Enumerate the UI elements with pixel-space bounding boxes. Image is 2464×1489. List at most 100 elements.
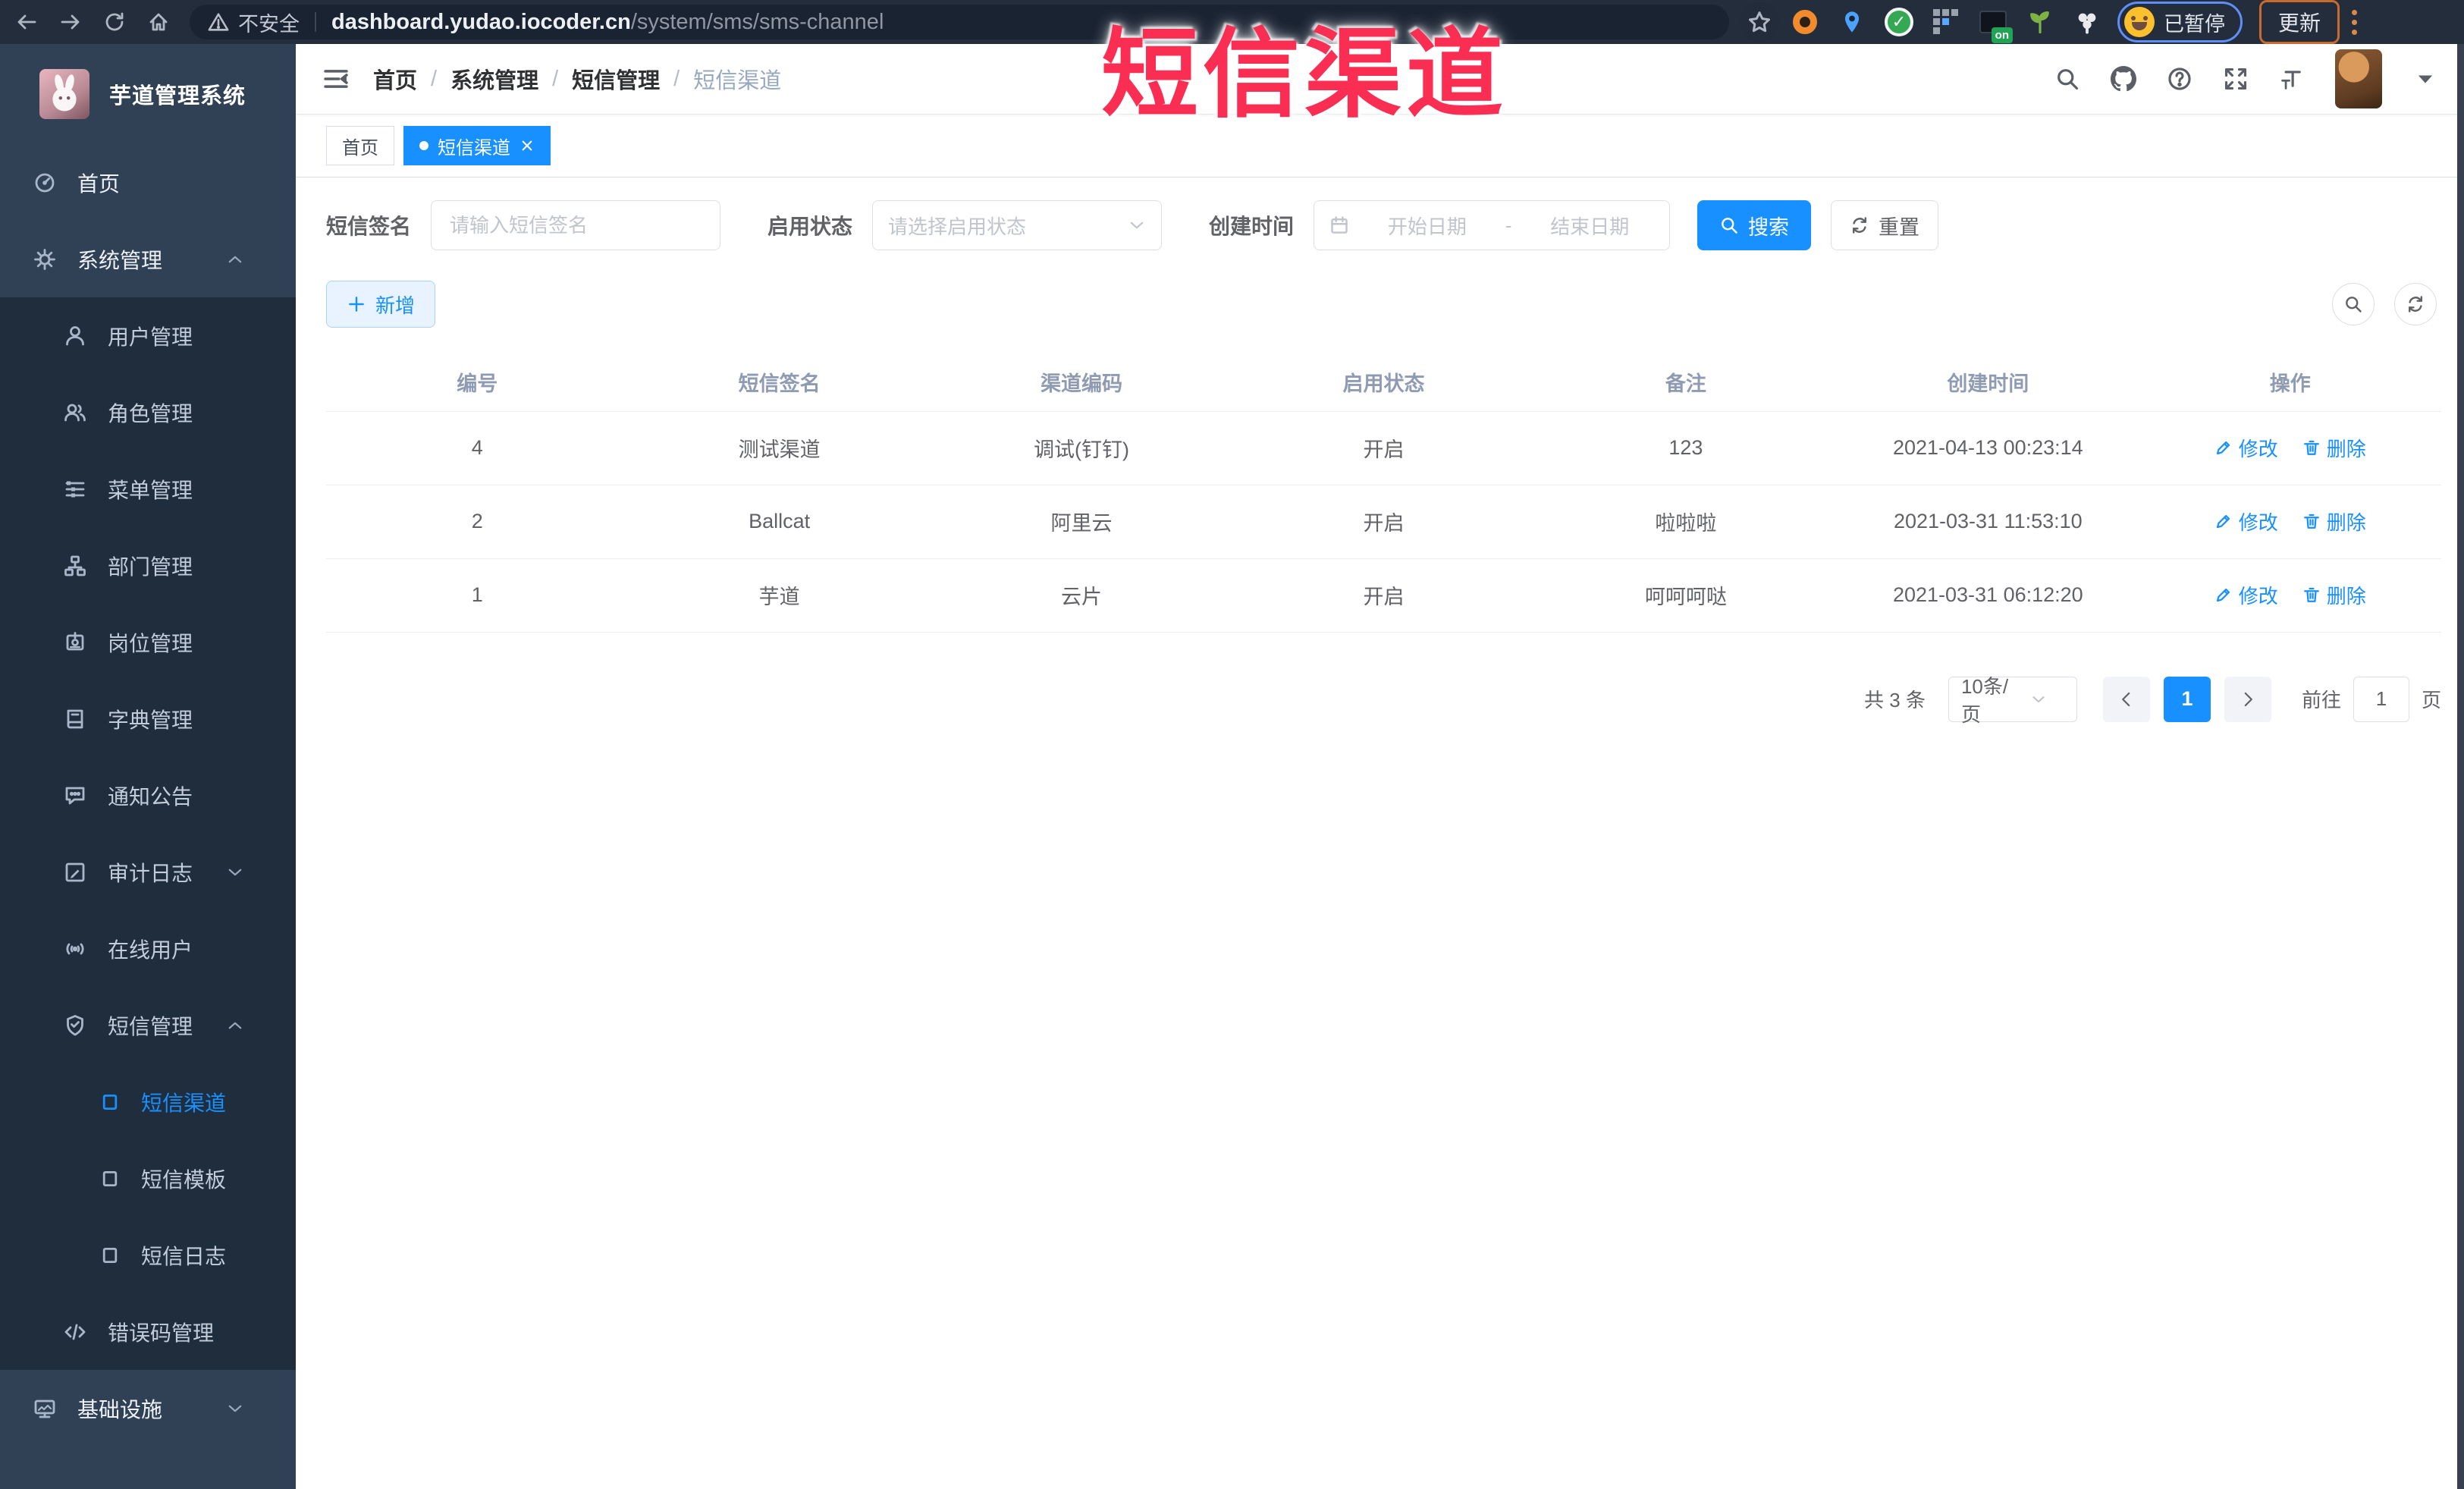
chevron-down-icon — [1128, 216, 1146, 234]
edit-link[interactable]: 修改 — [2214, 507, 2278, 536]
extension-sprout-icon[interactable] — [2025, 7, 2055, 37]
square-icon — [100, 1169, 120, 1189]
cell-remark: 呵呵呵哒 — [1534, 558, 1838, 633]
message-icon — [64, 784, 86, 807]
sidebar-item-4[interactable]: 菜单管理 — [0, 451, 296, 527]
goto-page-input[interactable] — [2353, 676, 2409, 722]
online-icon — [64, 938, 86, 960]
browser-home-icon[interactable] — [141, 5, 176, 39]
prev-page-button[interactable] — [2102, 676, 2150, 722]
next-page-button[interactable] — [2224, 676, 2271, 722]
cell-actions: 修改 删除 — [2139, 485, 2441, 559]
delete-link[interactable]: 删除 — [2302, 507, 2366, 536]
sign-input[interactable] — [431, 200, 721, 250]
scrollbar[interactable] — [2457, 44, 2464, 1489]
page-size-select[interactable]: 10条/页 — [1948, 675, 2077, 726]
help-icon[interactable] — [2167, 66, 2192, 92]
browser-forward-icon[interactable] — [53, 5, 88, 39]
extension-pin-icon[interactable] — [1837, 7, 1867, 37]
trash-icon — [2302, 586, 2321, 604]
date-end[interactable]: 结束日期 — [1525, 212, 1654, 240]
sidebar-item-3[interactable]: 角色管理 — [0, 374, 296, 451]
table-header-row: 编号 短信签名 渠道编码 启用状态 备注 创建时间 操作 — [326, 353, 2441, 412]
sidebar-item-label: 短信日志 — [141, 1244, 227, 1268]
browser-back-icon[interactable] — [9, 5, 44, 39]
search-button[interactable]: 搜索 — [1697, 200, 1812, 250]
cell-status: 开启 — [1232, 558, 1535, 633]
tab-1[interactable]: 短信渠道 — [403, 126, 551, 165]
sidebar-item-15[interactable]: 错误码管理 — [0, 1293, 296, 1370]
extension-orange-icon[interactable] — [1790, 7, 1820, 37]
sidebar-item-label: 短信管理 — [108, 1014, 193, 1038]
add-button[interactable]: 新增 — [326, 281, 436, 328]
extension-grid-icon[interactable] — [1931, 7, 1961, 37]
sidebar-item-9[interactable]: 审计日志 — [0, 834, 296, 910]
code-icon — [64, 1321, 86, 1343]
reset-button[interactable]: 重置 — [1831, 200, 1939, 250]
sidebar-item-2[interactable]: 用户管理 — [0, 297, 296, 374]
delete-link[interactable]: 删除 — [2302, 434, 2366, 462]
search-icon[interactable] — [2054, 66, 2080, 92]
breadcrumb-item[interactable]: 短信管理 — [572, 63, 660, 95]
bookmark-star-icon[interactable] — [1740, 2, 1779, 42]
user-avatar[interactable] — [2335, 49, 2382, 108]
paused-badge[interactable]: 已暂停 — [2117, 2, 2243, 42]
sidebar-item-11[interactable]: 短信管理 — [0, 987, 296, 1063]
sidebar-item-13[interactable]: 短信模板 — [0, 1140, 296, 1217]
status-select[interactable]: 请选择启用状态 — [872, 200, 1163, 250]
sidebar-item-7[interactable]: 字典管理 — [0, 680, 296, 757]
github-icon[interactable] — [2111, 66, 2136, 92]
cell-sign: Ballcat — [628, 485, 931, 559]
toggle-search-button[interactable] — [2332, 283, 2375, 325]
sidebar-item-label: 字典管理 — [108, 708, 193, 732]
sidebar-item-1[interactable]: 系统管理 — [0, 221, 296, 297]
sidebar-item-6[interactable]: 岗位管理 — [0, 604, 296, 680]
sidebar-item-8[interactable]: 通知公告 — [0, 757, 296, 834]
font-size-icon[interactable] — [2279, 66, 2305, 92]
browser-menu-icon[interactable] — [2352, 9, 2358, 35]
table-toolbar: 新增 — [326, 281, 2441, 328]
sidebar-item-10[interactable]: 在线用户 — [0, 910, 296, 987]
sidebar-item-label: 首页 — [77, 171, 121, 196]
chevron-down-icon — [2013, 691, 2064, 708]
fullscreen-icon[interactable] — [2223, 66, 2249, 92]
sms-shield-icon — [64, 1014, 86, 1037]
sidebar-item-14[interactable]: 短信日志 — [0, 1217, 296, 1293]
current-page[interactable]: 1 — [2163, 676, 2211, 722]
hamburger-icon[interactable] — [322, 64, 350, 93]
edit-link[interactable]: 修改 — [2214, 434, 2278, 462]
close-icon[interactable] — [519, 138, 535, 153]
sidebar-item-16[interactable]: 基础设施 — [0, 1370, 296, 1447]
tab-label: 短信渠道 — [438, 137, 510, 159]
sidebar-item-5[interactable]: 部门管理 — [0, 527, 296, 604]
app-logo[interactable]: 芋道管理系统 — [0, 44, 296, 144]
sidebar-item-0[interactable]: 首页 — [0, 144, 296, 221]
dict-icon — [64, 708, 86, 730]
gear-icon — [33, 248, 56, 271]
extension-switch-icon[interactable]: on — [1978, 7, 2013, 43]
cell-time: 2021-03-31 06:12:20 — [1837, 558, 2139, 633]
cell-status: 开启 — [1232, 485, 1535, 559]
tab-0[interactable]: 首页 — [326, 126, 394, 165]
browser-reload-icon[interactable] — [97, 5, 132, 39]
cell-code: 调试(钉钉) — [930, 411, 1233, 485]
date-range-picker[interactable]: 开始日期 - 结束日期 — [1314, 200, 1671, 250]
refresh-icon — [1850, 215, 1869, 235]
breadcrumb-item[interactable]: 系统管理 — [450, 63, 538, 95]
extension-puzzle-icon[interactable] — [2072, 7, 2102, 37]
refresh-table-button[interactable] — [2394, 283, 2437, 325]
browser-update-button[interactable]: 更新 — [2259, 0, 2340, 44]
app-title: 芋道管理系统 — [109, 84, 246, 108]
edit-link[interactable]: 修改 — [2214, 581, 2278, 609]
address-bar[interactable]: 不安全 dashboard.yudao.iocoder.cn/system/sm… — [190, 5, 1729, 39]
date-start[interactable]: 开始日期 — [1363, 212, 1492, 240]
delete-link[interactable]: 删除 — [2302, 581, 2366, 609]
sidebar-item-12[interactable]: 短信渠道 — [0, 1063, 296, 1140]
search-form: 短信签名 启用状态 请选择启用状态 创建时间 开始日期 - — [326, 200, 2441, 250]
extension-check-icon[interactable]: ✓ — [1884, 7, 1914, 37]
breadcrumb-item[interactable]: 首页 — [373, 63, 417, 95]
tree-icon — [64, 554, 86, 577]
log-icon — [64, 861, 86, 884]
column-header: 启用状态 — [1232, 353, 1535, 412]
caret-down-icon[interactable] — [2412, 66, 2438, 92]
